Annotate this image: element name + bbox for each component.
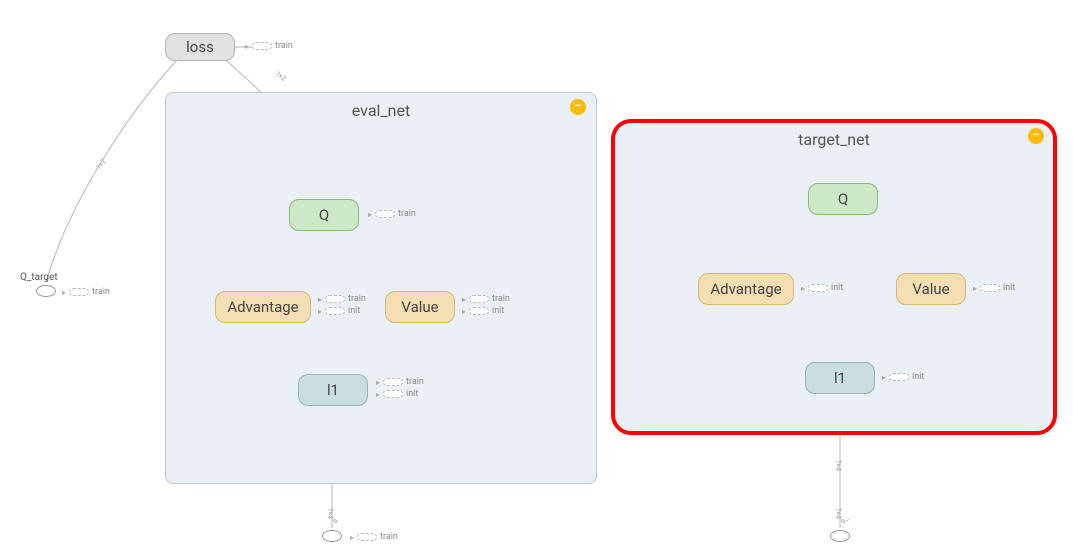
svg-text:?×2: ?×2 [274,70,288,83]
node-target-value[interactable]: Value [896,273,966,305]
collapse-icon[interactable]: − [1028,128,1044,144]
aux-eval-adv-init: ▸ init [318,306,360,316]
aux-eval-q-train: ▸ train [368,209,416,219]
svg-text:?×4: ?×4 [834,460,842,471]
node-label: loss [186,38,214,56]
aux-eval-adv-train: ▸ train [318,294,366,304]
aux-eval-l1-train: ▸ train [376,377,424,387]
group-eval-net[interactable]: eval_net − [165,92,597,484]
group-title: eval_net [166,101,596,120]
node-label: Advantage [227,298,298,316]
aux-eval-val-train: ▸ train [462,294,510,304]
node-label: Q [838,190,848,208]
node-eval-q[interactable]: Q [289,199,359,231]
aux-s-train: ▸ train [350,532,398,542]
node-eval-l1[interactable]: l1 [298,374,368,406]
node-label: Value [401,298,438,316]
collapse-icon[interactable]: − [570,99,586,115]
node-label: Advantage [710,280,781,298]
node-label: l1 [834,369,846,387]
aux-tgt-val-init: ▸ init [973,283,1015,293]
node-loss[interactable]: loss [165,33,235,61]
node-label: Q [319,206,329,224]
svg-text:?×4: ?×4 [834,508,842,519]
aux-qtarget-train: ▸ train [62,287,110,297]
svg-text:s_: s_ [839,513,851,525]
node-label: l1 [327,381,339,399]
aux-tgt-adv-init: ▸ init [801,283,843,293]
node-target-l1[interactable]: l1 [805,362,875,394]
graph-canvas[interactable]: ?×2 ?×2 ?×2 2 tensors 1×? ?×10 ?×10 ?×4 … [0,0,1073,549]
aux-eval-l1-init: ▸ init [376,389,418,399]
aux-eval-val-init: ▸ init [462,306,504,316]
svg-text:?×4: ?×4 [326,508,334,519]
io-q-target-label: Q_target [20,272,58,283]
aux-loss-train: ▸ train [245,41,293,51]
node-eval-value[interactable]: Value [385,291,455,323]
node-eval-advantage[interactable]: Advantage [215,291,311,323]
io-s[interactable] [322,530,342,542]
svg-text:?×2: ?×2 [95,158,108,172]
node-target-advantage[interactable]: Advantage [698,273,794,305]
aux-tgt-l1-init: ▸ init [882,372,924,382]
svg-text:s: s [331,516,340,526]
io-s-prime[interactable] [830,530,850,542]
io-q-target[interactable] [36,285,56,297]
node-label: Value [912,280,949,298]
group-title: target_net [614,130,1054,149]
node-target-q[interactable]: Q [808,183,878,215]
